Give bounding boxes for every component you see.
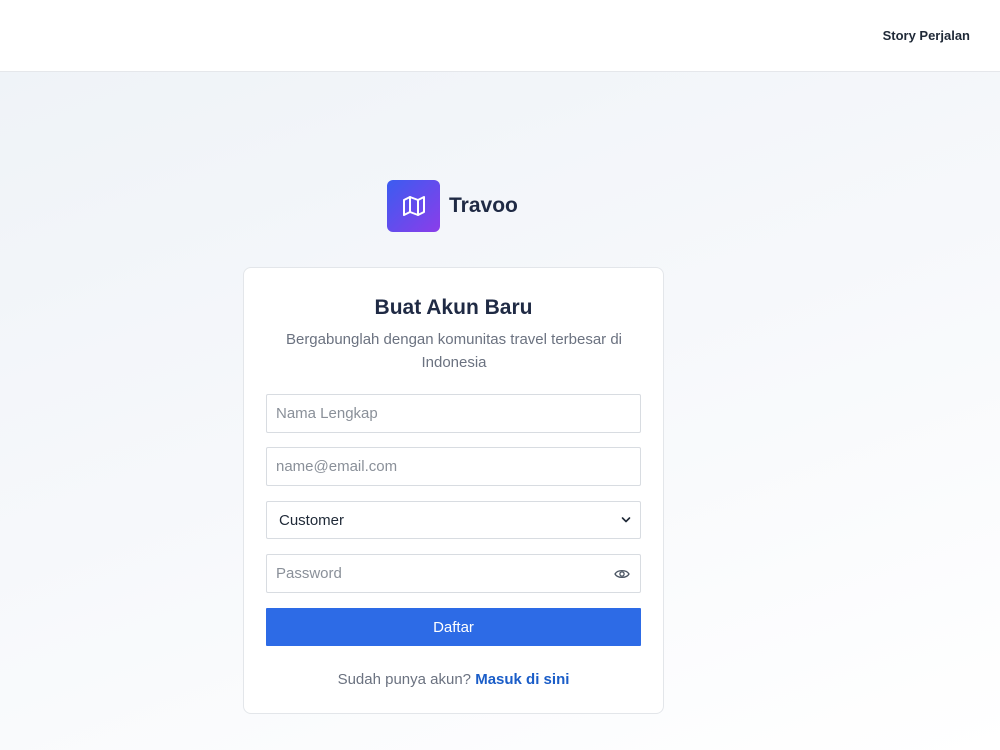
- role-select[interactable]: Customer: [266, 501, 641, 539]
- chevron-down-icon: [621, 517, 631, 523]
- email-field: [266, 447, 641, 486]
- role-select-value: Customer: [279, 512, 345, 529]
- eye-icon[interactable]: [614, 567, 630, 581]
- nav-link-story-perjalanan[interactable]: Story Perjalan: [883, 28, 970, 43]
- full-name-input[interactable]: [267, 395, 640, 432]
- top-navbar: Story Perjalan: [0, 0, 1000, 72]
- password-input[interactable]: [267, 555, 640, 592]
- login-link[interactable]: Masuk di sini: [475, 671, 569, 688]
- register-button[interactable]: Daftar: [266, 608, 641, 646]
- brand-name: Travoo: [449, 194, 518, 217]
- register-card: Buat Akun Baru Bergabunglah dengan komun…: [243, 267, 664, 714]
- login-prompt-text: Sudah punya akun?: [337, 671, 472, 688]
- password-field: [266, 554, 641, 593]
- email-input[interactable]: [267, 448, 640, 485]
- page-subtitle: Bergabunglah dengan komunitas travel ter…: [285, 331, 623, 371]
- brand: Travoo: [387, 180, 518, 232]
- page-title: Buat Akun Baru: [374, 296, 533, 319]
- full-name-field: [266, 394, 641, 433]
- map-icon: [402, 196, 425, 216]
- brand-logo: [387, 180, 440, 232]
- login-prompt-line: Sudah punya akun? Masuk di sini: [244, 671, 663, 688]
